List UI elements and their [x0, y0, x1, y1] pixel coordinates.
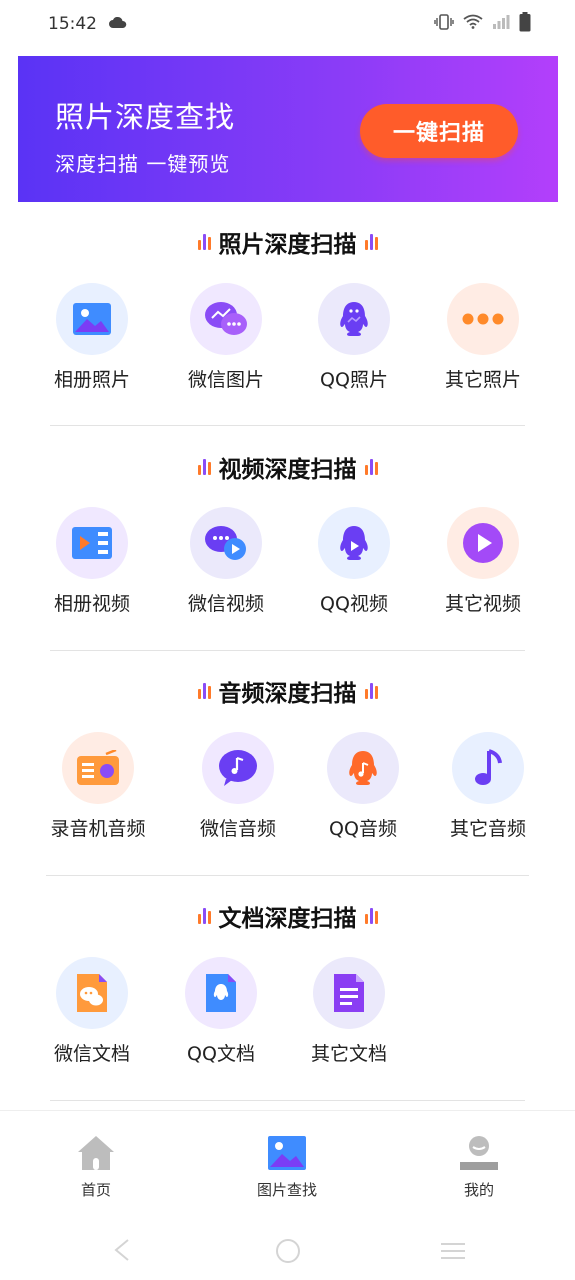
home-circle-icon[interactable] [275, 1238, 301, 1268]
status-bar: 15:42 [0, 0, 575, 48]
scan-item-wechat-audio[interactable]: 微信音频 [173, 732, 303, 841]
bottom-nav: 首页 图片查找 我的 [0, 1110, 575, 1214]
home-icon [36, 1133, 156, 1171]
scan-item-wechat-videos[interactable]: 微信视频 [161, 507, 291, 616]
scan-banner: 照片深度查找 深度扫描 一键预览 一键扫描 [18, 56, 558, 202]
qq-doc-icon [185, 957, 257, 1029]
qq-video-icon [318, 507, 390, 579]
section-title: 音频深度扫描 [0, 673, 575, 709]
music-note-icon [452, 732, 524, 804]
banner-subtitle: 深度扫描 一键预览 [55, 152, 231, 176]
radio-icon [62, 732, 134, 804]
scan-item-other-photos[interactable]: 其它照片 [418, 283, 548, 392]
scan-item-wechat-documents[interactable]: 微信文档 [27, 957, 157, 1066]
divider [50, 1100, 525, 1101]
bars-icon [364, 234, 378, 250]
user-icon [419, 1133, 539, 1171]
nav-tab-mine[interactable]: 我的 [419, 1133, 539, 1200]
scan-item-other-videos[interactable]: 其它视频 [418, 507, 548, 616]
doc-icon [313, 957, 385, 1029]
back-icon[interactable] [112, 1238, 132, 1266]
menu-icon[interactable] [440, 1242, 466, 1264]
system-nav-bar [0, 1222, 575, 1280]
section-title: 视频深度扫描 [0, 449, 575, 485]
play-icon [447, 507, 519, 579]
bars-icon [364, 459, 378, 475]
bars-icon [364, 908, 378, 924]
wechat-audio-icon [202, 732, 274, 804]
bars-icon [197, 908, 211, 924]
scan-item-other-documents[interactable]: 其它文档 [284, 957, 414, 1066]
vibrate-icon [434, 13, 454, 35]
scan-item-qq-documents[interactable]: QQ文档 [156, 957, 286, 1066]
status-time: 15:42 [48, 14, 97, 34]
nav-tab-home[interactable]: 首页 [36, 1133, 156, 1200]
qq-photo-icon [318, 283, 390, 355]
wechat-video-icon [190, 507, 262, 579]
qq-audio-icon [327, 732, 399, 804]
wifi-icon [463, 14, 483, 34]
section-title: 文档深度扫描 [0, 898, 575, 934]
nav-tab-photo-search[interactable]: 图片查找 [227, 1133, 347, 1200]
battery-icon [519, 11, 531, 37]
divider [50, 650, 525, 651]
wechat-doc-icon [56, 957, 128, 1029]
scan-item-other-audio[interactable]: 其它音频 [423, 732, 553, 841]
scan-item-album-videos[interactable]: 相册视频 [27, 507, 157, 616]
bars-icon [364, 683, 378, 699]
bars-icon [197, 683, 211, 699]
bars-icon [197, 234, 211, 250]
scan-item-wechat-images[interactable]: 微信图片 [161, 283, 291, 392]
more-dots-icon [447, 283, 519, 355]
scan-item-qq-videos[interactable]: QQ视频 [289, 507, 419, 616]
cloud-icon [109, 14, 127, 34]
divider [46, 875, 529, 876]
section-title: 照片深度扫描 [0, 224, 575, 260]
banner-title: 照片深度查找 [55, 100, 236, 134]
bars-icon [197, 459, 211, 475]
divider [50, 425, 525, 426]
scan-item-recorder-audio[interactable]: 录音机音频 [33, 732, 163, 841]
wechat-image-icon [190, 283, 262, 355]
app-screen: 15:42 照片深度查找 深度扫描 一键预览 一键扫描 照片深度扫描 相册照片 … [0, 0, 575, 1280]
scan-item-album-photos[interactable]: 相册照片 [27, 283, 157, 392]
gallery-photo-icon [56, 283, 128, 355]
one-click-scan-button[interactable]: 一键扫描 [360, 104, 518, 158]
scan-item-qq-photos[interactable]: QQ照片 [289, 283, 419, 392]
photo-search-icon [227, 1133, 347, 1171]
signal-icon [492, 14, 510, 34]
scan-item-qq-audio[interactable]: QQ音频 [298, 732, 428, 841]
gallery-video-icon [56, 507, 128, 579]
